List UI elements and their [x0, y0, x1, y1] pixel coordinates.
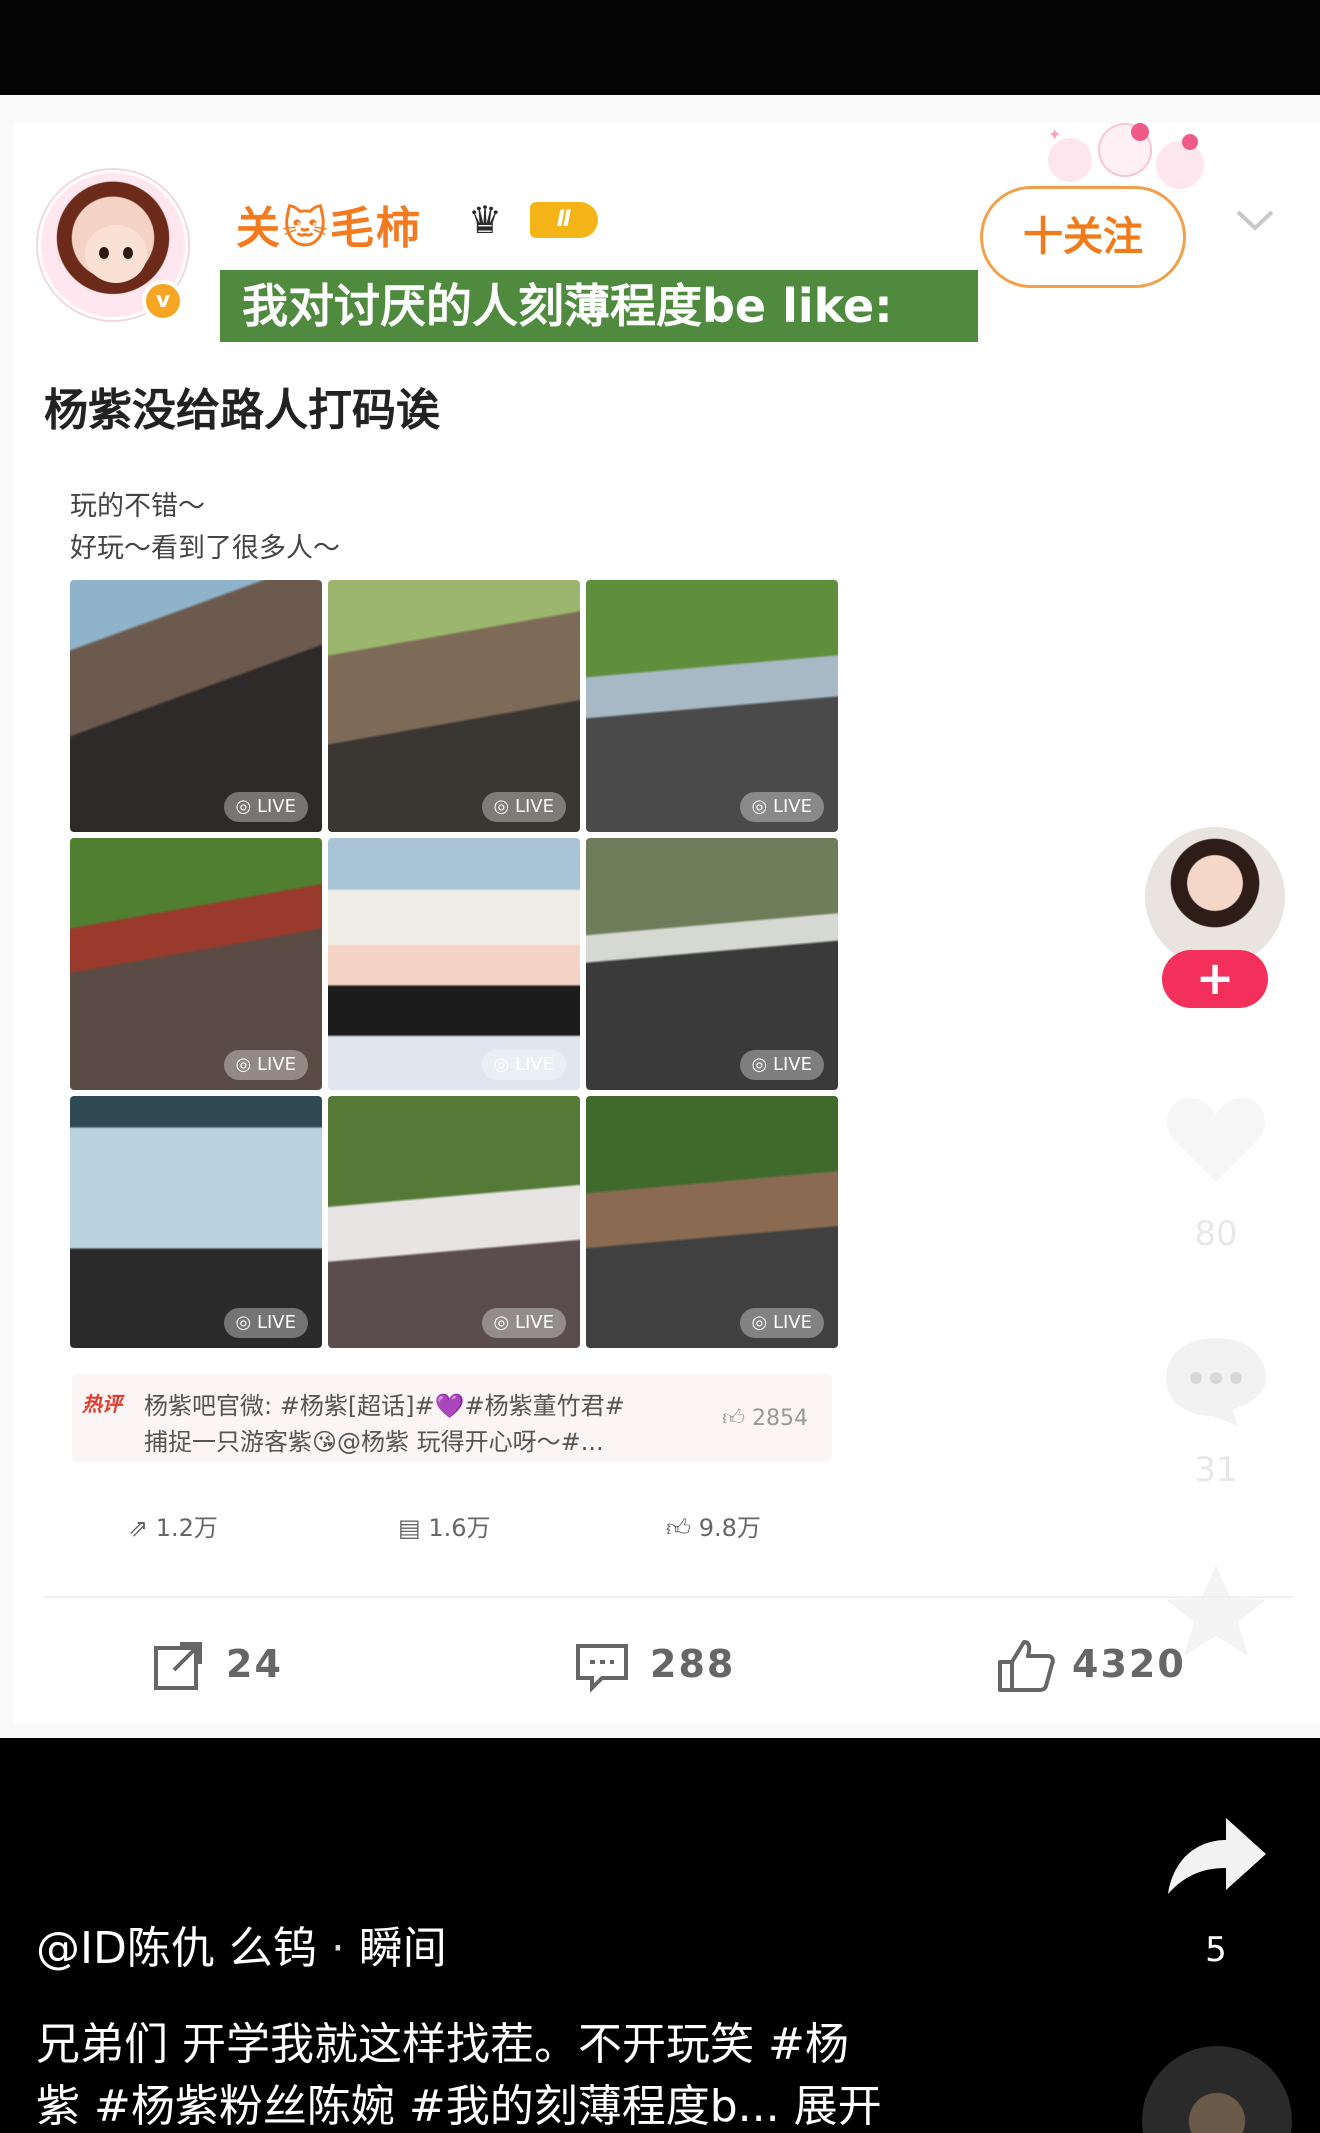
avatar-eye-left — [99, 247, 109, 259]
creator-avatar[interactable] — [1142, 824, 1288, 970]
live-photo-badge: LIVE — [739, 1308, 824, 1338]
hot-comment-tag: 热评 — [82, 1392, 122, 1416]
comment-bubble-icon[interactable] — [1160, 1330, 1272, 1430]
level-label: Ⅱ — [530, 202, 598, 238]
inner-repost-stat[interactable]: ⇗ 1.2万 — [128, 1508, 218, 1543]
verified-badge-icon: v — [142, 280, 184, 322]
live-photo-badge: LIVE — [223, 1050, 308, 1080]
inner-like-count: 9.8万 — [698, 1514, 761, 1542]
video-author-line[interactable]: @ID陈仇 么钨 · 瞬间 — [36, 1912, 447, 1976]
star-icon[interactable] — [1160, 1560, 1272, 1660]
photo-thumbnail[interactable]: LIVE — [586, 838, 838, 1090]
inner-repost-count: 1.2万 — [155, 1514, 218, 1542]
repost-icon: ⇗ — [128, 1514, 156, 1542]
post-text-line: 好玩～看到了很多人～ — [70, 533, 340, 564]
inner-comment-count: 1.6万 — [428, 1514, 491, 1542]
thumbs-up-icon — [998, 1640, 1055, 1692]
poster-username[interactable]: 关🐱毛柿 — [236, 192, 422, 256]
video-share-count: 5 — [1205, 1930, 1227, 1970]
photo-thumbnail[interactable]: LIVE — [328, 838, 580, 1090]
hot-comment-banner[interactable]: 热评 杨紫吧官微: #杨紫[超话]#💜#杨紫董竹君# 捕捉一只游客紫😘@杨紫 玩… — [72, 1374, 832, 1462]
photo-thumbnail[interactable]: LIVE — [586, 580, 838, 832]
svg-text:✦: ✦ — [1048, 125, 1061, 144]
hot-comment-line: 捕捉一只游客紫😘@杨紫 玩得开心呀～#... — [144, 1428, 604, 1456]
separator: · — [316, 1923, 359, 1974]
repost-icon — [154, 1642, 202, 1690]
avatar-eye-right — [123, 247, 133, 259]
live-photo-badge: LIVE — [481, 1308, 566, 1338]
live-photo-badge: LIVE — [223, 1308, 308, 1338]
repost-count: 24 — [226, 1642, 283, 1686]
inner-like-stat[interactable]: 👍︎ 9.8万 — [666, 1508, 761, 1543]
comment-count: 288 — [650, 1642, 736, 1686]
video-caption-line[interactable]: 紫 #杨紫粉丝陈婉 #我的刻薄程度b... 展开 — [36, 2070, 882, 2133]
live-photo-badge: LIVE — [739, 792, 824, 822]
top-status-area — [0, 0, 1320, 95]
follow-button[interactable]: 十关注 — [980, 186, 1186, 288]
live-photo-badge: LIVE — [481, 1050, 566, 1080]
live-photo-badge: LIVE — [223, 792, 308, 822]
photo-thumbnail[interactable]: LIVE — [70, 1096, 322, 1348]
video-like-count: 80 — [1194, 1214, 1238, 1254]
thumbs-up-icon: 👍︎ — [666, 1514, 699, 1542]
photo-thumbnail[interactable]: LIVE — [586, 1096, 838, 1348]
overlay-caption: 我对讨厌的人刻薄程度be like: — [220, 270, 978, 342]
live-photo-badge: LIVE — [739, 1050, 824, 1080]
inner-comment-stat[interactable]: ▤ 1.6万 — [398, 1508, 490, 1543]
heart-icon[interactable] — [1160, 1090, 1272, 1190]
follow-creator-button[interactable]: + — [1162, 950, 1268, 1008]
video-caption-line: 兄弟们 开学我就这样找茬。不开玩笑 #杨 — [36, 2019, 849, 2070]
photo-grid: LIVE LIVE LIVE LIVE LIVE LIVE LIVE LIVE … — [70, 580, 838, 1348]
hot-comment-like-count: 2854 — [751, 1406, 808, 1431]
member-level-badge: ♛ Ⅱ — [468, 194, 608, 244]
comment-icon: ▤ — [398, 1514, 429, 1542]
video-comment-count: 31 — [1194, 1450, 1238, 1490]
photo-thumbnail[interactable]: LIVE — [70, 838, 322, 1090]
crown-icon: ♛ — [468, 198, 503, 242]
live-photo-badge: LIVE — [481, 792, 566, 822]
video-author: @ID陈仇 么钨 — [36, 1923, 317, 1974]
hot-comment-likes: 👍︎ 2854 — [722, 1404, 808, 1431]
photo-thumbnail[interactable]: LIVE — [70, 580, 322, 832]
hot-comment-line: 杨紫吧官微: #杨紫[超话]#💜#杨紫董竹君# — [144, 1392, 625, 1420]
thumbs-up-icon: 👍︎ — [722, 1406, 752, 1431]
photo-thumbnail[interactable]: LIVE — [328, 580, 580, 832]
chevron-down-icon[interactable] — [1232, 196, 1278, 242]
music-disc-icon[interactable] — [1142, 2046, 1292, 2133]
photo-thumbnail[interactable]: LIVE — [328, 1096, 580, 1348]
avatar-face — [85, 225, 147, 283]
post-title: 杨紫没给路人打码诶 — [44, 385, 440, 436]
comment-icon — [576, 1644, 628, 1693]
post-text-line: 玩的不错～ — [70, 491, 205, 522]
divider — [44, 1596, 1294, 1598]
video-time: 瞬间 — [358, 1923, 447, 1974]
share-arrow-icon[interactable] — [1160, 1806, 1272, 1906]
